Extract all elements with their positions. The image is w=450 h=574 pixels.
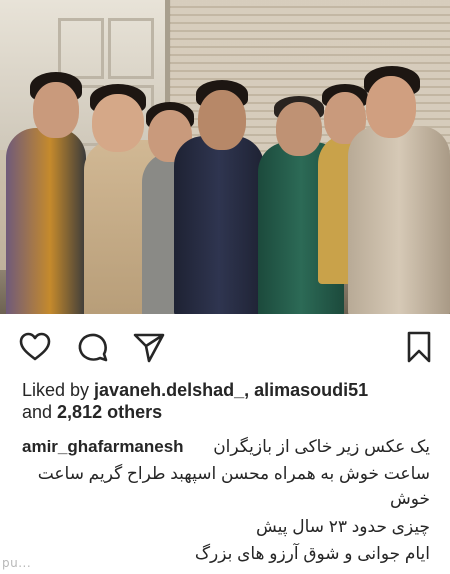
caption-line-5: ایام جوانی و شوق آرزو های بزرگ [194, 544, 430, 563]
likes-others-count[interactable]: 2,812 others [57, 402, 162, 422]
person-7 [348, 64, 450, 314]
liked-by-user-1[interactable]: javaneh.delshad_ [94, 380, 244, 400]
likes-prefix: Liked by [22, 380, 95, 400]
bookmark-icon[interactable] [402, 330, 436, 364]
watermark: pu... [2, 556, 32, 570]
liked-by-user-2[interactable]: alimasoudi51 [254, 380, 368, 400]
caption-first-line: amir_ghafarmanesh یک عکس زیر خاکی از باز… [22, 436, 430, 458]
person-1 [0, 70, 90, 314]
comment-icon[interactable] [76, 330, 110, 364]
heart-icon[interactable] [18, 330, 52, 364]
action-bar [0, 330, 450, 366]
caption-username[interactable]: amir_ghafarmanesh [22, 436, 184, 458]
caption-line-4-wrap: چیزی حدود ۲۳ سال پیش [22, 516, 430, 538]
caption-line-2: ساعت خوش به همراه محسن اسپهبد طراح گریم … [37, 464, 430, 483]
likes-summary: Liked by javaneh.delshad_, alimasoudi51 … [22, 379, 368, 423]
caption-line-4: چیزی حدود ۲۳ سال پیش [255, 517, 430, 536]
send-icon[interactable] [132, 330, 166, 364]
likes-and: and [22, 402, 58, 422]
person-4 [174, 78, 264, 314]
caption-line-3-wrap: خوش [22, 488, 430, 510]
caption-line-5-wrap: ایام جوانی و شوق آرزو های بزرگ [22, 543, 430, 565]
caption-line-1: یک عکس زیر خاکی از بازیگران [213, 437, 430, 456]
caption-line-3: خوش [389, 489, 430, 508]
post-photo[interactable] [0, 0, 450, 314]
likes-separator: , [244, 380, 255, 400]
